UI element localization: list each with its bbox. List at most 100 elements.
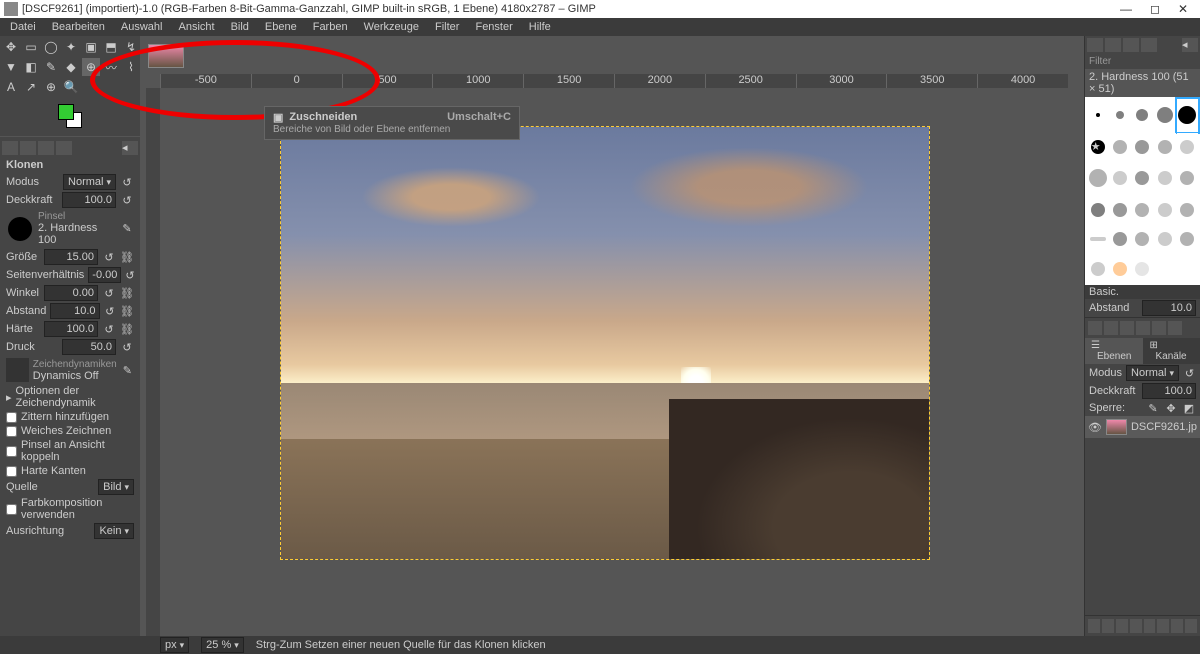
brush-item[interactable] — [1109, 196, 1130, 225]
brush-new-icon[interactable] — [1104, 321, 1118, 335]
brush-edit-icon[interactable] — [1088, 321, 1102, 335]
menu-farben[interactable]: Farben — [307, 21, 354, 33]
reset-icon[interactable]: ↺ — [102, 322, 116, 336]
spacing-input[interactable]: 10.0 — [50, 303, 99, 319]
mode-reset-icon[interactable]: ↺ — [120, 175, 134, 189]
brush-item[interactable] — [1132, 162, 1153, 195]
brush-item[interactable] — [1154, 255, 1175, 284]
color-swatch[interactable] — [58, 104, 86, 132]
move-tool[interactable]: ✥ — [2, 38, 20, 56]
usecolor-checkbox[interactable] — [6, 504, 17, 515]
dock-menu-icon[interactable]: ◂ — [1182, 38, 1198, 52]
brush-item[interactable] — [1132, 99, 1153, 132]
tab-kanaele[interactable]: ⊞ Kanäle — [1143, 338, 1198, 364]
close-button[interactable]: ✕ — [1178, 2, 1188, 16]
minimize-button[interactable]: — — [1120, 2, 1132, 16]
brush-item[interactable] — [1087, 196, 1108, 225]
brush-item[interactable] — [1109, 162, 1130, 195]
dock-tab[interactable] — [1105, 38, 1121, 52]
jitter-checkbox[interactable] — [6, 412, 17, 423]
layer-up-icon[interactable] — [1116, 619, 1128, 633]
reset-icon[interactable]: ↺ — [104, 304, 117, 318]
brush-item[interactable] — [1109, 99, 1130, 132]
lock-alpha-icon[interactable]: ◩ — [1182, 401, 1196, 415]
brush-item[interactable] — [1132, 225, 1153, 254]
link-icon[interactable]: ⛓ — [120, 322, 134, 336]
free-select-tool[interactable]: ◯ — [42, 38, 60, 56]
source-select[interactable]: Bild▾ — [98, 479, 134, 495]
canvas-area[interactable]: -50005001000150020002500300035004000 ▣Zu… — [140, 36, 1084, 636]
reset-icon[interactable]: ↺ — [125, 268, 134, 282]
image-thumb[interactable] — [148, 44, 184, 68]
lock-pos-icon[interactable]: ✥ — [1164, 401, 1178, 415]
bucket-tool[interactable]: ▼ — [2, 58, 20, 76]
layer-del-icon[interactable] — [1185, 619, 1197, 633]
brush-selected-label[interactable]: 2. Hardness 100 (51 × 51) — [1085, 69, 1200, 97]
menu-hilfe[interactable]: Hilfe — [523, 21, 557, 33]
opt-tab[interactable] — [56, 141, 72, 155]
layer-group-icon[interactable] — [1102, 619, 1114, 633]
brush-preview[interactable] — [8, 217, 32, 241]
mode-select[interactable]: Normal▾ — [63, 174, 116, 190]
brush-del-icon[interactable] — [1136, 321, 1150, 335]
brush-item[interactable] — [1177, 133, 1198, 162]
layer-dup-icon[interactable] — [1144, 619, 1156, 633]
menu-ansicht[interactable]: Ansicht — [172, 21, 220, 33]
link-icon[interactable]: ⛓ — [120, 286, 134, 300]
tab-ebenen[interactable]: ☰ Ebenen — [1085, 338, 1143, 364]
opt-tab[interactable] — [20, 141, 36, 155]
smudge-tool[interactable]: 〰 — [102, 58, 120, 76]
menu-filter[interactable]: Filter — [429, 21, 465, 33]
text-tool[interactable]: A — [2, 78, 20, 96]
reset-icon[interactable]: ↺ — [102, 286, 116, 300]
fg-color[interactable] — [58, 104, 74, 120]
brush-item[interactable] — [1177, 99, 1198, 132]
pencil-tool[interactable]: ✎ — [42, 58, 60, 76]
menu-bild[interactable]: Bild — [225, 21, 255, 33]
maximize-button[interactable]: ◻ — [1150, 2, 1160, 16]
layer-new-icon[interactable] — [1088, 619, 1100, 633]
brush-dup-icon[interactable] — [1120, 321, 1134, 335]
brush-item[interactable] — [1087, 225, 1108, 254]
brush-item[interactable] — [1109, 133, 1130, 162]
path-tool[interactable]: ⌇ — [122, 58, 140, 76]
r-spacing-input[interactable]: 10.0 — [1142, 300, 1196, 316]
reset-icon[interactable]: ↺ — [120, 340, 134, 354]
brush-item[interactable] — [1109, 225, 1130, 254]
menu-werkzeuge[interactable]: Werkzeuge — [358, 21, 425, 33]
dock-tab[interactable] — [1123, 38, 1139, 52]
brush-item[interactable]: ★ — [1087, 133, 1108, 162]
align-select[interactable]: Kein▾ — [94, 523, 134, 539]
rect-select-tool[interactable]: ▭ — [22, 38, 40, 56]
menu-bearbeiten[interactable]: Bearbeiten — [46, 21, 111, 33]
reset-icon[interactable]: ↺ — [120, 193, 134, 207]
brush-item[interactable] — [1087, 255, 1108, 284]
hardness-input[interactable]: 100.0 — [44, 321, 98, 337]
brush-refresh-icon[interactable] — [1152, 321, 1166, 335]
dynamics-edit-icon[interactable]: ✎ — [121, 363, 134, 377]
layer-mask-icon[interactable] — [1171, 619, 1183, 633]
warp-tool[interactable]: ↯ — [122, 38, 140, 56]
picker-tool[interactable]: ↗ — [22, 78, 40, 96]
unit-select[interactable]: px▾ — [160, 637, 189, 653]
brush-edit-icon[interactable]: ✎ — [120, 222, 134, 236]
dock-tab[interactable] — [1141, 38, 1157, 52]
l-opacity-input[interactable]: 100.0 — [1142, 383, 1196, 399]
lock-checkbox[interactable] — [6, 446, 17, 457]
menu-auswahl[interactable]: Auswahl — [115, 21, 169, 33]
brush-item[interactable] — [1087, 99, 1108, 132]
opt-menu-icon[interactable]: ◂ — [122, 141, 138, 155]
dock-tab[interactable] — [1087, 38, 1103, 52]
expand-icon[interactable]: ▸ — [6, 391, 12, 404]
transform-tool[interactable]: ⬒ — [102, 38, 120, 56]
opacity-input[interactable]: 100.0 — [62, 192, 116, 208]
menu-fenster[interactable]: Fenster — [469, 21, 518, 33]
brush-item[interactable] — [1132, 255, 1153, 284]
gradient-tool[interactable]: ◧ — [22, 58, 40, 76]
size-input[interactable]: 15.00 — [44, 249, 98, 265]
menu-datei[interactable]: Datei — [4, 21, 42, 33]
brush-open-icon[interactable] — [1168, 321, 1182, 335]
fuzzy-select-tool[interactable]: ✦ — [62, 38, 80, 56]
menu-ebene[interactable]: Ebene — [259, 21, 303, 33]
brush-item[interactable] — [1177, 225, 1198, 254]
